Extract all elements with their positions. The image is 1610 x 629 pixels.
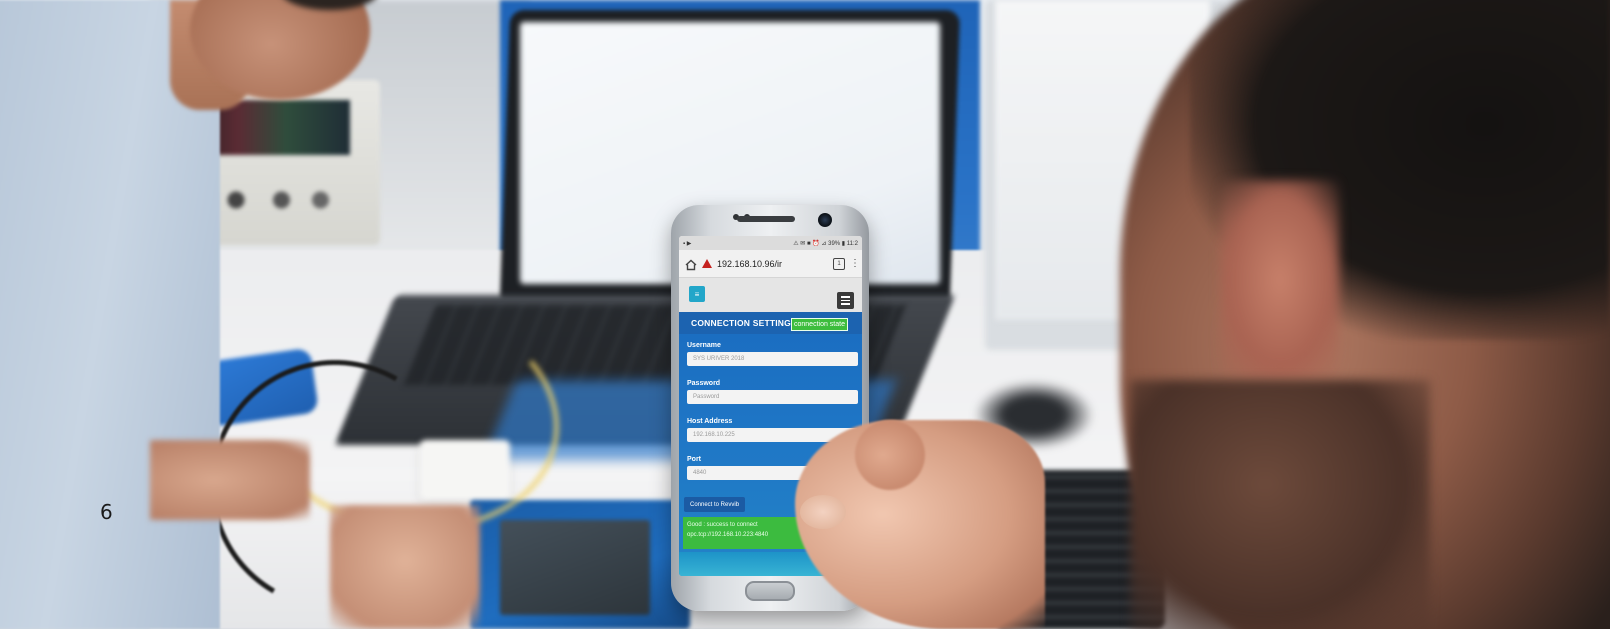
tabs-count-icon[interactable]: 1 — [833, 257, 845, 270]
username-label: Username — [687, 342, 721, 349]
lab-instrument-knobs — [210, 180, 340, 220]
hamburger-menu-icon[interactable] — [837, 292, 854, 309]
browser-url-bar: 192.168.10.96/ir 1 ⋮ — [679, 250, 862, 278]
right-person-ear — [1220, 180, 1340, 380]
browser-menu-icon[interactable]: ⋮ — [850, 258, 860, 269]
app-header: ≡ — [679, 278, 862, 312]
pcb-lcd — [500, 520, 650, 615]
photo-scene: ▪ ▶ ⚠ ✉ ■ ⏰ ⊿ 39% ▮ 11:2 192.168.10.96/i… — [0, 0, 1610, 629]
left-person-hand — [150, 440, 310, 520]
status-bar-left: ▪ ▶ — [683, 240, 692, 247]
connection-state-badge: connection state — [791, 318, 848, 331]
home-icon[interactable] — [685, 258, 697, 270]
phone-earpiece — [737, 216, 795, 222]
front-camera-icon — [818, 213, 832, 227]
holding-finger — [855, 420, 925, 490]
connect-button[interactable]: Connect to Revvib — [684, 497, 746, 512]
thumbnail — [800, 495, 846, 529]
password-label: Password — [687, 380, 721, 387]
home-button[interactable] — [745, 581, 795, 601]
right-person-beard — [1130, 380, 1430, 629]
left-person-hand-front — [330, 505, 480, 629]
page-number: 6 — [100, 500, 113, 524]
url-text[interactable]: 192.168.10.96/ir — [717, 259, 828, 269]
status-bar: ▪ ▶ ⚠ ✉ ■ ⏰ ⊿ 39% ▮ 11:2 — [679, 236, 862, 250]
port-label: Port — [687, 456, 701, 463]
host-address-label: Host Address — [687, 418, 733, 425]
password-field[interactable]: Password — [687, 390, 858, 404]
panel-title: CONNECTION SETTINGS — [691, 318, 797, 328]
status-bar-right: ⚠ ✉ ■ ⏰ ⊿ 39% ▮ 11:2 — [793, 240, 858, 247]
app-logo-icon[interactable]: ≡ — [689, 286, 705, 302]
panel-title-row: CONNECTION SETTINGS connection state — [679, 312, 862, 334]
username-field[interactable]: SYS URIVER 2018 — [687, 352, 858, 366]
not-secure-warning-icon[interactable] — [702, 259, 712, 268]
